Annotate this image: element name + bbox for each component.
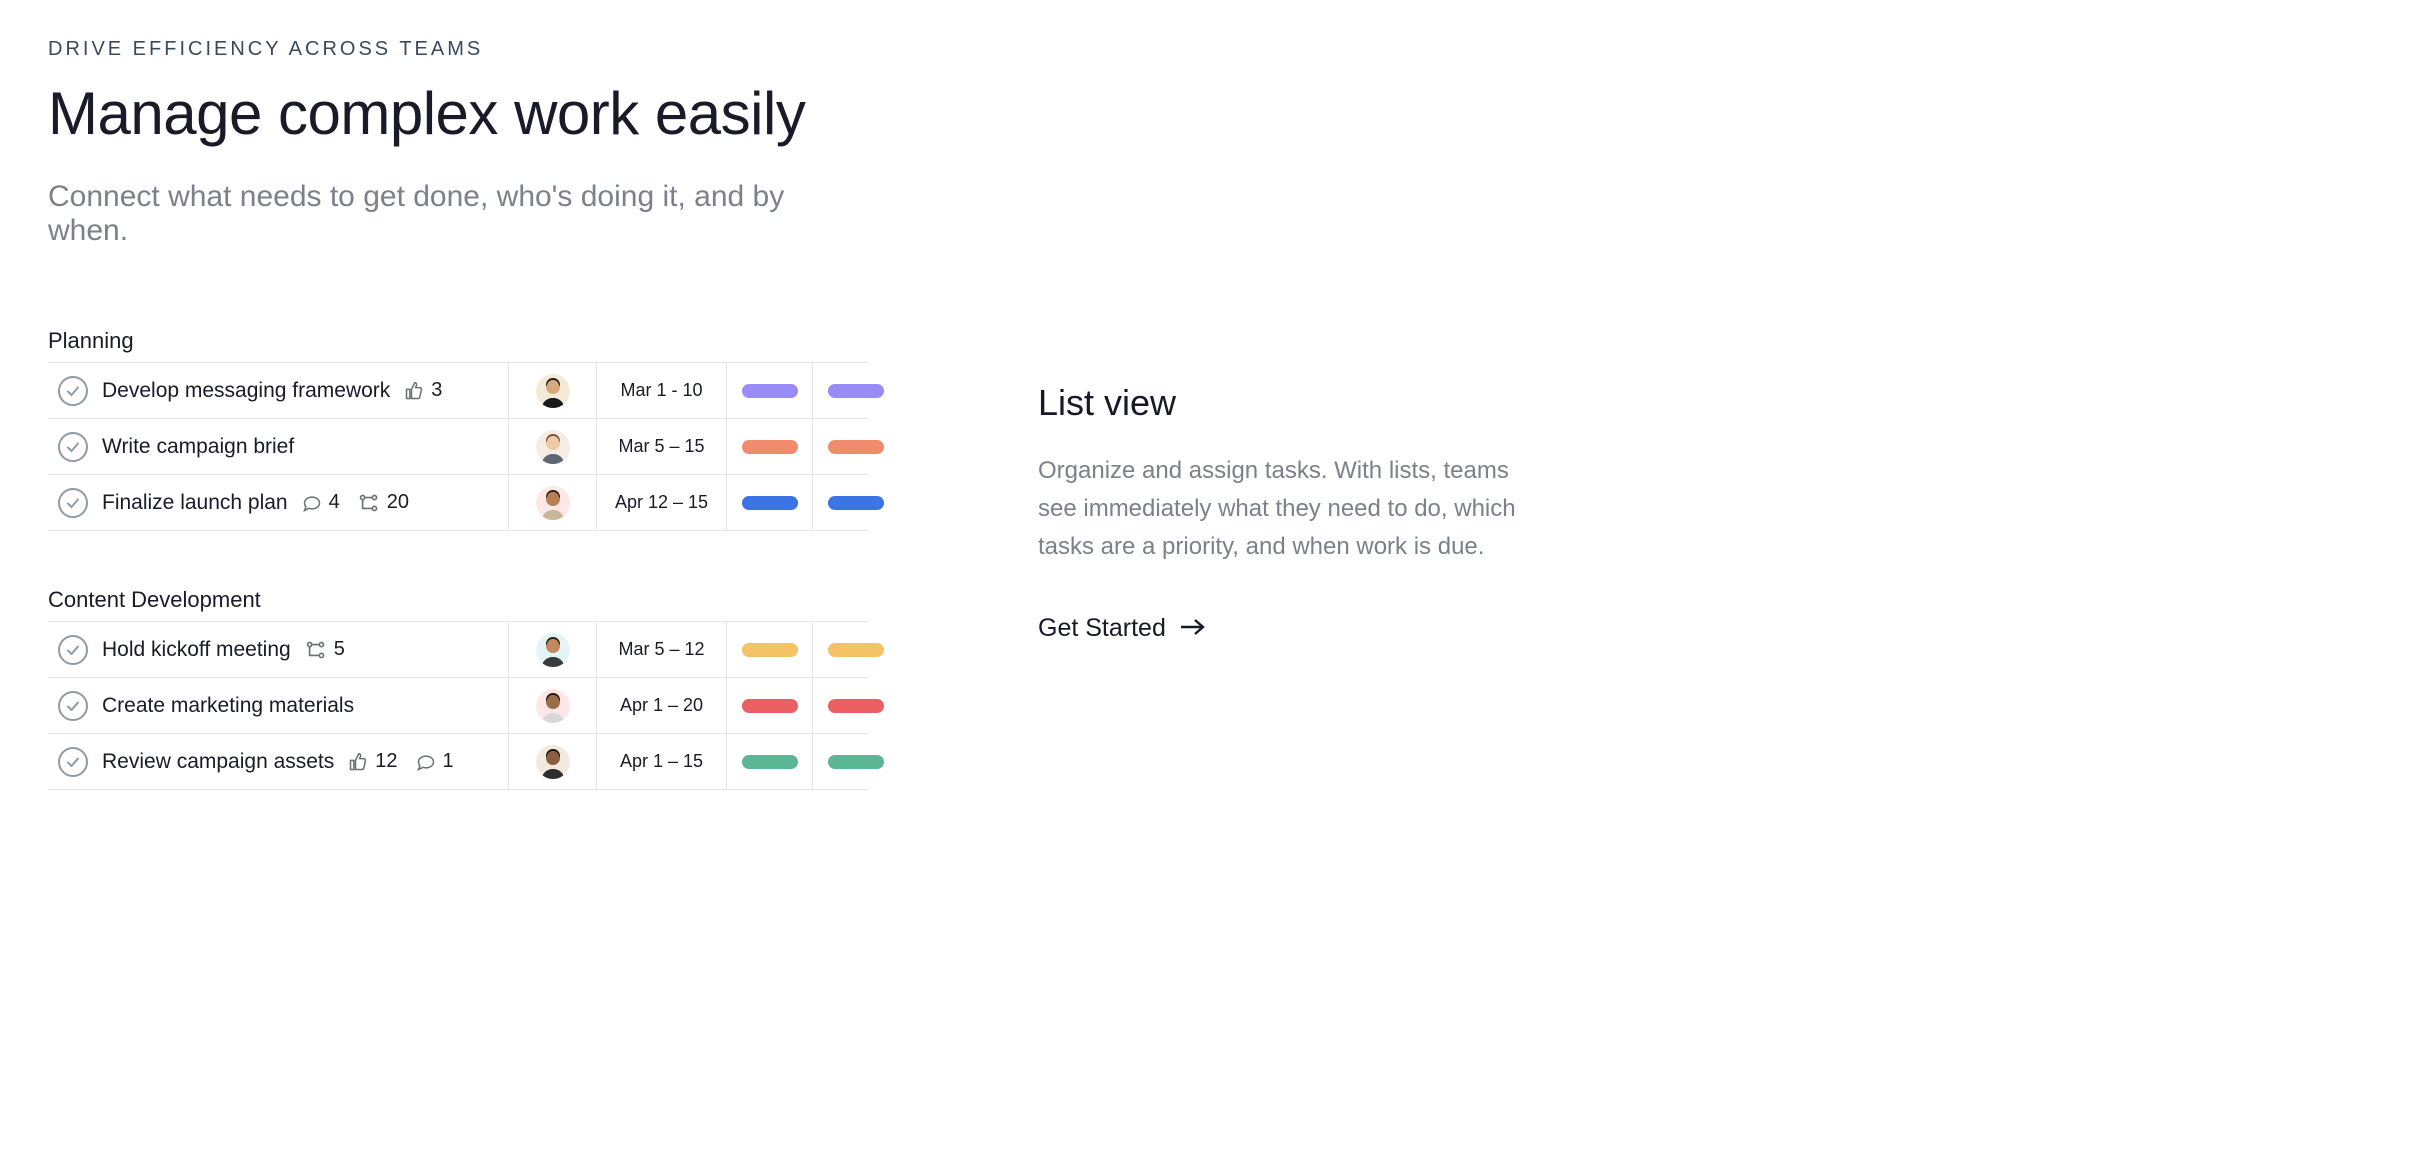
task-main-cell: Hold kickoff meeting 5 xyxy=(48,635,508,665)
tag-cell[interactable] xyxy=(726,419,812,474)
tag-cell[interactable] xyxy=(812,475,898,530)
task-row[interactable]: Develop messaging framework 3 Mar 1 - 10 xyxy=(48,363,868,419)
page-headline: Manage complex work easily xyxy=(48,79,868,148)
subtasks-count: 5 xyxy=(334,638,345,661)
subtasks-meta[interactable]: 20 xyxy=(358,491,409,514)
subtasks-count: 20 xyxy=(387,491,409,514)
tag-cell[interactable] xyxy=(726,475,812,530)
date-cell[interactable]: Apr 12 – 15 xyxy=(596,475,726,530)
task-main-cell: Review campaign assets 12 1 xyxy=(48,747,508,777)
likes-meta[interactable]: 12 xyxy=(348,750,397,773)
comments-count: 1 xyxy=(443,750,454,773)
task-name: Finalize launch plan xyxy=(102,491,288,515)
arrow-right-icon xyxy=(1180,614,1206,643)
tag-pill xyxy=(828,643,884,657)
assignee-cell[interactable] xyxy=(508,678,596,733)
tag-pill xyxy=(742,699,798,713)
feature-desc: Organize and assign tasks. With lists, t… xyxy=(1038,452,1548,566)
tag-cell[interactable] xyxy=(812,734,898,789)
tag-cell[interactable] xyxy=(726,678,812,733)
avatar xyxy=(536,633,570,667)
tag-cell[interactable] xyxy=(726,734,812,789)
avatar xyxy=(536,374,570,408)
task-main-cell: Create marketing materials xyxy=(48,691,508,721)
tag-pill xyxy=(828,384,884,398)
date-range: Apr 12 – 15 xyxy=(615,492,708,513)
assignee-cell[interactable] xyxy=(508,363,596,418)
tag-cell[interactable] xyxy=(812,363,898,418)
comments-meta[interactable]: 4 xyxy=(302,491,340,514)
task-row[interactable]: Hold kickoff meeting 5 Mar 5 – 12 xyxy=(48,622,868,678)
date-cell[interactable]: Mar 5 – 12 xyxy=(596,622,726,677)
task-table: Develop messaging framework 3 Mar 1 - 10 Wr… xyxy=(48,362,868,531)
complete-check-icon[interactable] xyxy=(58,635,88,665)
task-name: Review campaign assets xyxy=(102,750,334,774)
feature-title: List view xyxy=(1038,382,1548,424)
complete-check-icon[interactable] xyxy=(58,376,88,406)
date-cell[interactable]: Mar 1 - 10 xyxy=(596,363,726,418)
section-title: Planning xyxy=(48,328,868,354)
date-range: Apr 1 – 15 xyxy=(620,751,703,772)
date-cell[interactable]: Mar 5 – 15 xyxy=(596,419,726,474)
date-cell[interactable]: Apr 1 – 20 xyxy=(596,678,726,733)
tag-cell[interactable] xyxy=(726,622,812,677)
task-name: Write campaign brief xyxy=(102,435,294,459)
task-row[interactable]: Write campaign brief Mar 5 – 15 xyxy=(48,419,868,475)
likes-meta[interactable]: 3 xyxy=(404,379,442,402)
task-main-cell: Finalize launch plan 4 20 xyxy=(48,488,508,518)
complete-check-icon[interactable] xyxy=(58,747,88,777)
tag-pill xyxy=(742,755,798,769)
likes-count: 12 xyxy=(375,750,397,773)
task-name: Hold kickoff meeting xyxy=(102,638,291,662)
tag-cell[interactable] xyxy=(812,622,898,677)
date-range: Mar 1 - 10 xyxy=(620,380,702,401)
assignee-cell[interactable] xyxy=(508,475,596,530)
likes-count: 3 xyxy=(431,379,442,402)
get-started-link[interactable]: Get Started xyxy=(1038,614,1206,643)
task-row[interactable]: Review campaign assets 12 1 Apr 1 – 15 xyxy=(48,734,868,790)
avatar xyxy=(536,430,570,464)
complete-check-icon[interactable] xyxy=(58,488,88,518)
tag-pill xyxy=(742,643,798,657)
date-range: Apr 1 – 20 xyxy=(620,695,703,716)
avatar xyxy=(536,689,570,723)
comments-meta[interactable]: 1 xyxy=(416,750,454,773)
complete-check-icon[interactable] xyxy=(58,432,88,462)
complete-check-icon[interactable] xyxy=(58,691,88,721)
date-range: Mar 5 – 12 xyxy=(618,639,704,660)
feature-panel: List view Organize and assign tasks. Wit… xyxy=(1038,382,1548,643)
assignee-cell[interactable] xyxy=(508,734,596,789)
assignee-cell[interactable] xyxy=(508,419,596,474)
tag-pill xyxy=(828,440,884,454)
task-row[interactable]: Create marketing materials Apr 1 – 20 xyxy=(48,678,868,734)
avatar xyxy=(536,745,570,779)
tag-pill xyxy=(828,755,884,769)
tag-pill xyxy=(742,440,798,454)
avatar xyxy=(536,486,570,520)
tag-cell[interactable] xyxy=(812,678,898,733)
section-title: Content Development xyxy=(48,587,868,613)
tag-cell[interactable] xyxy=(726,363,812,418)
eyebrow-text: DRIVE EFFICIENCY ACROSS TEAMS xyxy=(48,38,868,61)
task-name: Create marketing materials xyxy=(102,694,354,718)
tag-pill xyxy=(742,496,798,510)
subtasks-meta[interactable]: 5 xyxy=(305,638,345,661)
tag-pill xyxy=(828,699,884,713)
task-main-cell: Write campaign brief xyxy=(48,432,508,462)
task-row[interactable]: Finalize launch plan 4 20 Apr 12 – 15 xyxy=(48,475,868,531)
cta-label: Get Started xyxy=(1038,614,1166,643)
task-table: Hold kickoff meeting 5 Mar 5 – 12 Create ma… xyxy=(48,621,868,790)
date-range: Mar 5 – 15 xyxy=(618,436,704,457)
task-name: Develop messaging framework xyxy=(102,379,390,403)
tag-cell[interactable] xyxy=(812,419,898,474)
tag-pill xyxy=(828,496,884,510)
comments-count: 4 xyxy=(329,491,340,514)
assignee-cell[interactable] xyxy=(508,622,596,677)
tag-pill xyxy=(742,384,798,398)
date-cell[interactable]: Apr 1 – 15 xyxy=(596,734,726,789)
page-subhead: Connect what needs to get done, who's do… xyxy=(48,180,868,248)
task-main-cell: Develop messaging framework 3 xyxy=(48,376,508,406)
